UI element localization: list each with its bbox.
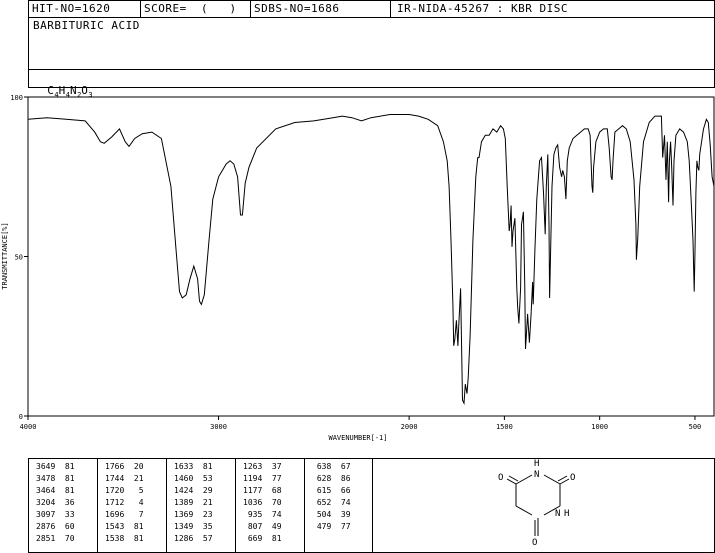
x-tick-label: 1500 (496, 423, 513, 431)
peak-row: 1194 77 (243, 474, 282, 483)
plot-frame (27, 96, 715, 417)
x-tick-label: 1000 (591, 423, 608, 431)
hit-number: HIT-NO=1620 (32, 2, 111, 15)
peak-row: 1744 21 (105, 474, 144, 483)
peak-table-divider (304, 458, 305, 553)
bond (515, 505, 533, 516)
peak-row: 1036 70 (243, 498, 282, 507)
bond (515, 474, 533, 485)
atom-label: O (570, 473, 575, 483)
peak-row: 1720 5 (105, 486, 144, 495)
peak-row: 3478 81 (36, 474, 75, 483)
atom-label: N (555, 509, 560, 519)
y-tick-label: 100 (10, 94, 23, 102)
header-divider (390, 0, 391, 18)
peak-row: 1286 57 (174, 534, 213, 543)
bond (508, 475, 519, 482)
atom-label: N (534, 470, 539, 480)
score: SCORE= ( ) (144, 2, 237, 15)
peak-row: 1633 81 (174, 462, 213, 471)
peak-table-divider (235, 458, 236, 553)
peak-row: 504 39 (312, 510, 351, 519)
atom-label: H (534, 459, 539, 469)
peak-row: 479 77 (312, 522, 351, 531)
peak-row: 935 74 (243, 510, 282, 519)
atom-label: O (498, 473, 503, 483)
structure-bonds (506, 474, 570, 536)
peak-row: 1460 53 (174, 474, 213, 483)
peak-column: 3649 81 3478 81 3464 81 3204 36 3097 33 2876 … (36, 461, 75, 545)
peak-row: 3204 36 (36, 498, 75, 507)
header-divider (250, 0, 251, 18)
peak-row: 1766 20 (105, 462, 144, 471)
header-bar (28, 0, 715, 18)
x-tick-label: 3000 (210, 423, 227, 431)
peak-row: 3097 33 (36, 510, 75, 519)
peak-row: 652 74 (312, 498, 351, 507)
peak-column: 1766 20 1744 21 1720 5 1712 4 1696 7 1543 81 1… (105, 461, 144, 545)
peak-column: 638 67 628 86 615 66 652 74 504 39 479 7… (312, 461, 351, 533)
compound-divider (28, 69, 715, 70)
peak-table-divider (97, 458, 98, 553)
compound-name: BARBITURIC ACID (33, 19, 140, 32)
peak-row: 628 86 (312, 474, 351, 483)
spectrum-series (27, 114, 715, 406)
x-axis-label: WAVENUMBER[-1] (328, 434, 387, 442)
peak-row: 669 81 (243, 534, 282, 543)
peak-row: 1712 4 (105, 498, 144, 507)
peak-table-divider (166, 458, 167, 553)
peak-row: 1177 68 (243, 486, 282, 495)
ir-info: IR-NIDA-45267 : KBR DISC (397, 2, 568, 15)
y-tick-label: 0 (19, 413, 23, 421)
peak-row: 3649 81 (36, 462, 75, 471)
x-tick-label: 500 (689, 423, 702, 431)
ir-spectrum-chart: 4000 3000 2000 1500 1000 500 0 50 100 WAVENUMBER… (1, 94, 715, 442)
peak-row: 638 67 (312, 462, 351, 471)
peak-row: 1349 35 (174, 522, 213, 531)
x-tick-label: 2000 (401, 423, 418, 431)
peak-row: 1543 81 (105, 522, 144, 531)
header-divider (140, 0, 141, 18)
molecular-structure: O H N O N H O (498, 459, 575, 548)
bond (557, 475, 568, 482)
peak-row: 1389 21 (174, 498, 213, 507)
peak-row: 1696 7 (105, 510, 144, 519)
sdbs-number: SDBS-NO=1686 (254, 2, 340, 15)
peak-row: 1538 81 (105, 534, 144, 543)
plot-border (27, 96, 715, 417)
y-tick-label: 50 (15, 254, 23, 262)
peak-column: 1263 37 1194 77 1177 68 1036 70 935 74 807 … (243, 461, 282, 545)
bond (559, 478, 570, 485)
peak-row: 807 49 (243, 522, 282, 531)
peak-row: 1424 29 (174, 486, 213, 495)
spectrum-line (27, 114, 715, 406)
peak-row: 1263 37 (243, 462, 282, 471)
peak-row: 615 66 (312, 486, 351, 495)
bond (506, 478, 517, 485)
bond (543, 474, 561, 485)
atom-label: H (564, 509, 569, 519)
peak-row: 2876 60 (36, 522, 75, 531)
peak-row: 3464 81 (36, 486, 75, 495)
peak-column: 1633 81 1460 53 1424 29 1389 21 1369 23 1349 … (174, 461, 213, 545)
peak-row: 2851 70 (36, 534, 75, 543)
atom-label: O (532, 538, 537, 548)
peak-row: 1369 23 (174, 510, 213, 519)
x-tick-label: 4000 (20, 423, 37, 431)
y-axis-label: TRANSMITTANCE[%] (1, 222, 9, 289)
axis-ticks: 4000 3000 2000 1500 1000 500 0 50 100 (10, 94, 701, 431)
